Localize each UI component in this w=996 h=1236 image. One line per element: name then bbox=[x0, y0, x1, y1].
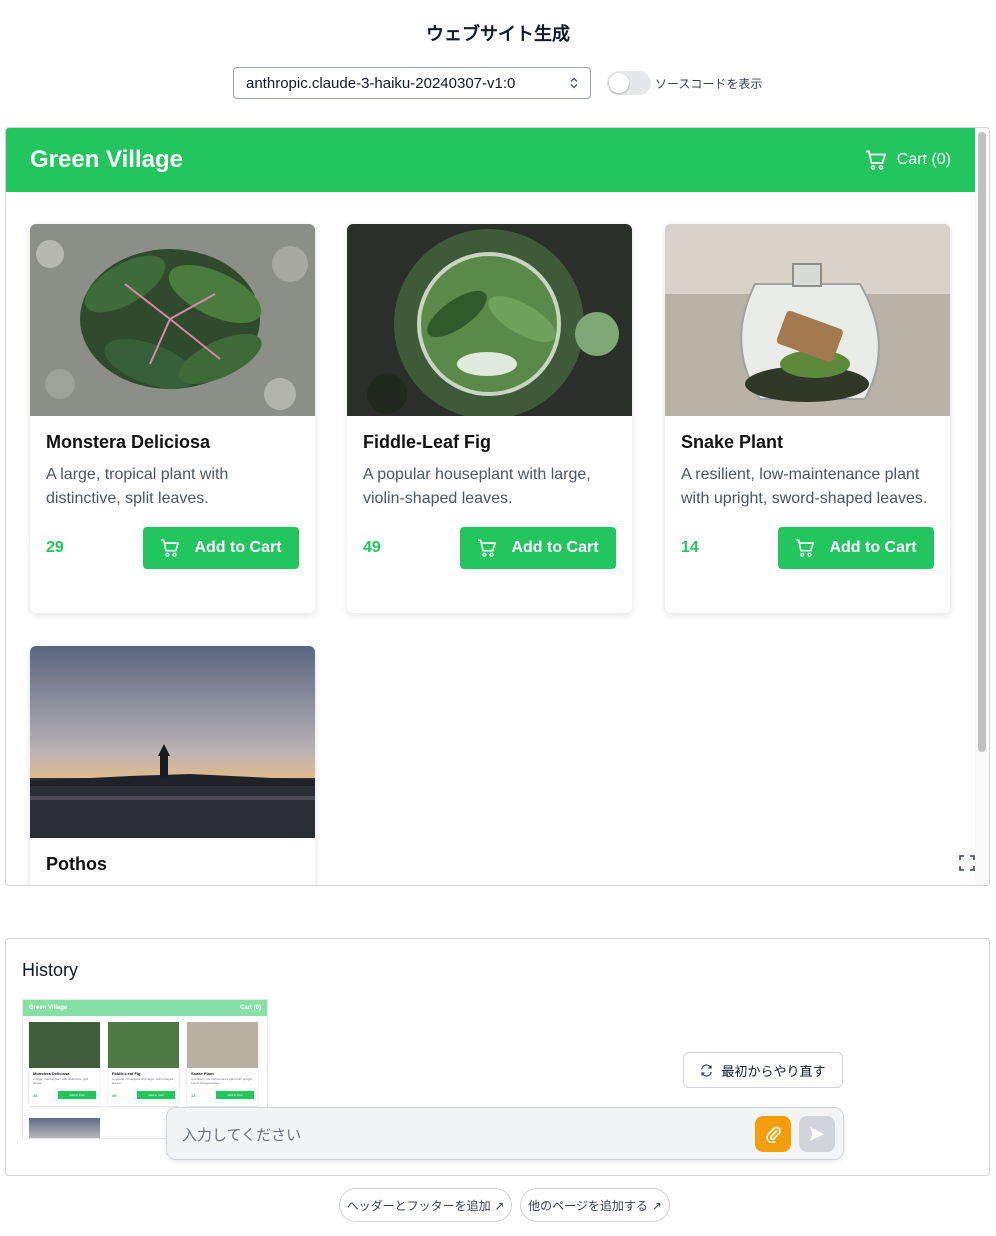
product-name: Snake Plant bbox=[681, 432, 784, 452]
site-logo[interactable]: Green Village bbox=[30, 146, 183, 174]
cart-icon bbox=[796, 539, 815, 557]
product-name: Monstera Deliciosa bbox=[46, 432, 211, 452]
fullscreen-icon[interactable] bbox=[959, 855, 975, 871]
card-footer: 49 Add to Cart bbox=[363, 527, 616, 569]
product-description: A resilient, low-maintenance plant with … bbox=[681, 466, 928, 507]
thumb-price: 29 bbox=[33, 1092, 38, 1098]
add-to-cart-button[interactable]: Add to Cart bbox=[143, 527, 299, 569]
chat-placeholder: 入力してください bbox=[182, 1126, 302, 1144]
thumb-product-description: A resilient, low-maintenance plant with … bbox=[191, 1077, 253, 1085]
toggle-label: ソースコードを表示 bbox=[655, 76, 763, 91]
thumb-image bbox=[29, 1022, 100, 1068]
add-to-cart-label: Add to Cart bbox=[194, 539, 282, 556]
card-body: Fiddle-Leaf Fig A popular houseplant wit… bbox=[347, 416, 632, 609]
restart-label: 最初からやり直す bbox=[721, 1064, 826, 1080]
model-select-value: anthropic.claude-3-haiku-20240307-v1:0 bbox=[246, 74, 516, 92]
add-to-cart-button[interactable]: Add to Cart bbox=[460, 527, 616, 569]
thumb-product-description: A popular houseplant with large, violin-… bbox=[112, 1077, 174, 1085]
thumb-footer: 29 Add to Cart bbox=[29, 1091, 100, 1099]
cart-icon bbox=[478, 539, 497, 557]
add-header-footer-chip[interactable]: ヘッダーとフッターを追加 ↗ bbox=[339, 1188, 512, 1222]
product-card: Fiddle-Leaf Fig A popular houseplant wit… bbox=[347, 224, 632, 613]
product-price: 49 bbox=[363, 539, 381, 556]
send-icon bbox=[810, 1127, 824, 1141]
thumb-image bbox=[187, 1022, 258, 1068]
thumb-product-name: Fiddle-Leaf Fig bbox=[112, 1071, 141, 1076]
product-image-fiddle-leaf bbox=[347, 224, 632, 416]
add-pages-chip[interactable]: 他のページを追加する ↗ bbox=[520, 1188, 670, 1222]
thumb-product-name: Monstera Deliciosa bbox=[33, 1071, 70, 1076]
product-name: Pothos bbox=[46, 854, 107, 874]
thumb-product-name: Snake Plant bbox=[191, 1071, 214, 1076]
chat-input[interactable]: 入力してください bbox=[166, 1107, 844, 1160]
site-header: Green Village Cart (0) bbox=[6, 128, 975, 192]
product-description: A large, tropical plant with distinctive… bbox=[46, 466, 229, 507]
history-title: History bbox=[22, 960, 79, 980]
product-price: 14 bbox=[681, 539, 699, 556]
product-card: Snake Plant A resilient, low-maintenance… bbox=[665, 224, 950, 613]
card-footer: 14 Add to Cart bbox=[681, 527, 934, 569]
send-button[interactable] bbox=[799, 1116, 835, 1152]
model-select[interactable]: anthropic.claude-3-haiku-20240307-v1:0 bbox=[233, 67, 591, 99]
cart-icon bbox=[161, 539, 180, 557]
product-card: Pothos bbox=[30, 646, 315, 885]
preview-frame: Green Village Cart (0) Monstera Delicios… bbox=[5, 127, 990, 886]
thumb-product-description: A large, tropical plant with distinctive… bbox=[33, 1077, 89, 1085]
thumb-add-button: Add to Cart bbox=[58, 1091, 96, 1099]
attach-button[interactable] bbox=[755, 1116, 791, 1152]
thumb-card: Snake Plant A resilient, low-maintenance… bbox=[187, 1022, 258, 1106]
card-body: Monstera Deliciosa A large, tropical pla… bbox=[30, 416, 315, 609]
thumb-footer: 49 Add to Cart bbox=[108, 1091, 179, 1099]
scrollbar-thumb[interactable] bbox=[978, 132, 986, 752]
product-price: 29 bbox=[46, 539, 64, 556]
toggle-knob bbox=[609, 73, 629, 93]
thumb-cart-label: Cart (0) bbox=[239, 1005, 261, 1011]
refresh-icon bbox=[701, 1063, 713, 1077]
thumb-image bbox=[108, 1022, 179, 1068]
product-name: Fiddle-Leaf Fig bbox=[363, 432, 491, 452]
chevron-up-down-icon bbox=[570, 77, 578, 89]
thumb-price: 49 bbox=[112, 1092, 117, 1098]
thumb-image bbox=[29, 1118, 100, 1138]
card-body: Pothos bbox=[30, 838, 315, 885]
product-image-monstera bbox=[30, 224, 315, 416]
thumb-header: Green Village Cart (0) bbox=[23, 1000, 267, 1016]
thumb-add-button: Add to Cart bbox=[216, 1091, 254, 1099]
preview-viewport: Green Village Cart (0) Monstera Delicios… bbox=[6, 128, 975, 885]
thumb-site-name: Green Village bbox=[29, 1005, 68, 1011]
thumb-card: Monstera Deliciosa A large, tropical pla… bbox=[29, 1022, 100, 1106]
add-to-cart-button[interactable]: Add to Cart bbox=[778, 527, 934, 569]
cart-link[interactable]: Cart (0) bbox=[865, 150, 951, 170]
product-description: A popular houseplant with large, violin-… bbox=[363, 466, 591, 507]
page-title: ウェブサイト生成 bbox=[426, 24, 570, 45]
thumb-footer: 14 Add to Cart bbox=[187, 1091, 258, 1099]
thumb-card: Fiddle-Leaf Fig A popular houseplant wit… bbox=[108, 1022, 179, 1106]
add-to-cart-label: Add to Cart bbox=[511, 539, 599, 556]
cart-icon bbox=[865, 150, 886, 170]
paperclip-icon bbox=[766, 1126, 781, 1143]
restart-button[interactable]: 最初からやり直す bbox=[683, 1052, 843, 1088]
product-card: Monstera Deliciosa A large, tropical pla… bbox=[30, 224, 315, 613]
product-image-snake-plant bbox=[665, 224, 950, 416]
card-body: Snake Plant A resilient, low-maintenance… bbox=[665, 416, 950, 609]
cart-label: Cart (0) bbox=[896, 151, 951, 168]
controls-bar: anthropic.claude-3-haiku-20240307-v1:0 ソ… bbox=[233, 67, 762, 99]
preview-scrollbar[interactable] bbox=[975, 128, 989, 885]
product-image-pothos bbox=[30, 646, 315, 838]
source-code-toggle[interactable] bbox=[607, 71, 651, 95]
add-to-cart-label: Add to Cart bbox=[829, 539, 917, 556]
thumb-price: 14 bbox=[191, 1092, 196, 1098]
card-footer: 29 Add to Cart bbox=[46, 527, 299, 569]
thumb-add-button: Add to Cart bbox=[137, 1091, 175, 1099]
